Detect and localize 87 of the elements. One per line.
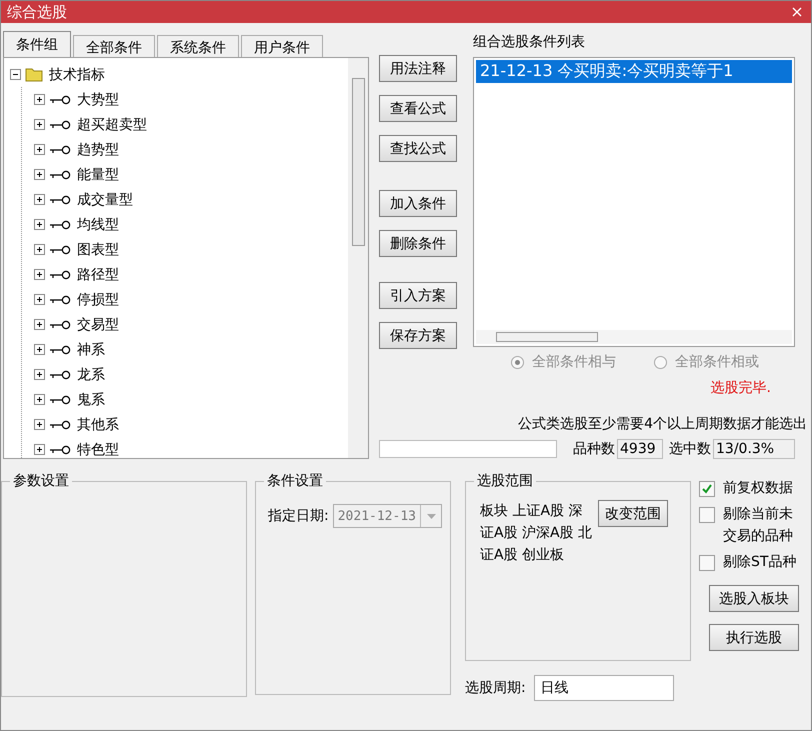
key-icon (49, 244, 71, 254)
key-icon (49, 220, 71, 230)
key-icon (49, 320, 71, 330)
horizontal-scrollbar[interactable] (476, 330, 792, 344)
group-title: 参数设置 (10, 472, 72, 490)
checkmark-icon (701, 483, 713, 495)
key-icon (49, 344, 71, 354)
key-icon (49, 420, 71, 430)
folder-icon (25, 67, 43, 82)
tab[interactable]: 用户条件 (241, 35, 323, 57)
checkbox-option[interactable]: 剔除当前未交易的品种 (699, 505, 799, 547)
action-button[interactable]: 查找公式 (379, 135, 457, 162)
tab[interactable]: 系统条件 (157, 35, 239, 57)
plus-box-icon[interactable] (34, 119, 45, 130)
tree-item[interactable]: 大势型 (75, 90, 121, 108)
minus-box-icon[interactable] (10, 69, 21, 80)
key-icon (49, 394, 71, 404)
plus-box-icon[interactable] (34, 244, 45, 255)
plus-box-icon[interactable] (34, 369, 45, 380)
tree-item[interactable]: 技术指标 (47, 66, 107, 84)
group-title: 选股范围 (474, 472, 536, 490)
period-label: 选股周期: (465, 679, 526, 697)
key-icon (49, 194, 71, 204)
list-title: 组合选股条件列表 (473, 33, 586, 51)
list-item[interactable]: 21-12-13 今买明卖:今买明卖等于1 (476, 60, 792, 83)
period-dropdown[interactable]: 日线 (534, 675, 674, 701)
note-text: 公式类选股至少需要4个以上周期数据才能选出 (518, 416, 807, 432)
key-icon (49, 94, 71, 104)
plus-box-icon[interactable] (34, 294, 45, 305)
plus-box-icon[interactable] (34, 194, 45, 205)
checkbox-option[interactable]: 前复权数据 (699, 479, 799, 499)
dropdown-arrow-icon (426, 514, 436, 518)
plus-box-icon[interactable] (34, 94, 45, 105)
scope-text: 板块 上证A股 深证A股 沪深A股 北证A股 创业板 (480, 502, 594, 565)
plus-box-icon[interactable] (34, 394, 45, 405)
date-label: 指定日期: (268, 507, 329, 525)
plus-box-icon[interactable] (34, 344, 45, 355)
scrollbar[interactable] (348, 58, 368, 458)
key-icon (49, 370, 71, 380)
key-icon (49, 444, 71, 454)
plus-box-icon[interactable] (34, 144, 45, 155)
key-icon (49, 294, 71, 304)
count-value: 4939 (617, 439, 663, 459)
action-button[interactable]: 引入方案 (379, 282, 457, 309)
plus-box-icon[interactable] (34, 169, 45, 180)
tree-item[interactable]: 鬼系 (75, 390, 107, 408)
plus-box-icon[interactable] (34, 219, 45, 230)
tree-item[interactable]: 停损型 (75, 290, 121, 308)
tree-item[interactable]: 图表型 (75, 240, 121, 258)
key-icon (49, 270, 71, 280)
plus-box-icon[interactable] (34, 444, 45, 455)
action-button[interactable]: 选股入板块 (709, 585, 799, 612)
key-icon (49, 170, 71, 180)
action-button[interactable]: 用法注释 (379, 55, 457, 82)
key-icon (49, 120, 71, 130)
tree-item[interactable]: 龙系 (75, 366, 107, 384)
tree-item[interactable]: 特色型 (75, 440, 121, 458)
tree-item[interactable]: 超买超卖型 (75, 116, 149, 134)
tree-item[interactable]: 能量型 (75, 166, 121, 184)
count-value: 13/0.3% (713, 439, 795, 459)
tree-item[interactable]: 交易型 (75, 316, 121, 334)
close-icon (792, 7, 802, 17)
tree-item[interactable]: 其他系 (75, 416, 121, 434)
plus-box-icon[interactable] (34, 419, 45, 430)
action-button[interactable]: 删除条件 (379, 230, 457, 257)
action-button[interactable]: 加入条件 (379, 190, 457, 217)
key-icon (49, 144, 71, 154)
tree-item[interactable]: 成交量型 (75, 190, 135, 208)
count-label: 品种数 (573, 440, 615, 458)
tree-item[interactable]: 均线型 (75, 216, 121, 234)
action-button[interactable]: 查看公式 (379, 95, 457, 122)
tab[interactable]: 全部条件 (73, 35, 155, 57)
action-button[interactable]: 执行选股 (709, 624, 799, 651)
plus-box-icon[interactable] (34, 269, 45, 280)
action-button[interactable]: 保存方案 (379, 322, 457, 349)
tab[interactable]: 条件组 (3, 31, 71, 57)
plus-box-icon[interactable] (34, 319, 45, 330)
window-title: 综合选股 (7, 2, 67, 22)
status-message: 选股完毕. (710, 380, 771, 396)
checkbox-option[interactable]: 剔除ST品种 (699, 553, 799, 573)
count-label: 选中数 (669, 440, 711, 458)
tree-item[interactable]: 趋势型 (75, 140, 121, 158)
tree-item[interactable]: 神系 (75, 340, 107, 358)
tree-item[interactable]: 路径型 (75, 266, 121, 284)
text-field[interactable] (379, 440, 557, 458)
change-scope-button[interactable]: 改变范围 (598, 500, 668, 527)
group-title: 条件设置 (264, 472, 326, 490)
